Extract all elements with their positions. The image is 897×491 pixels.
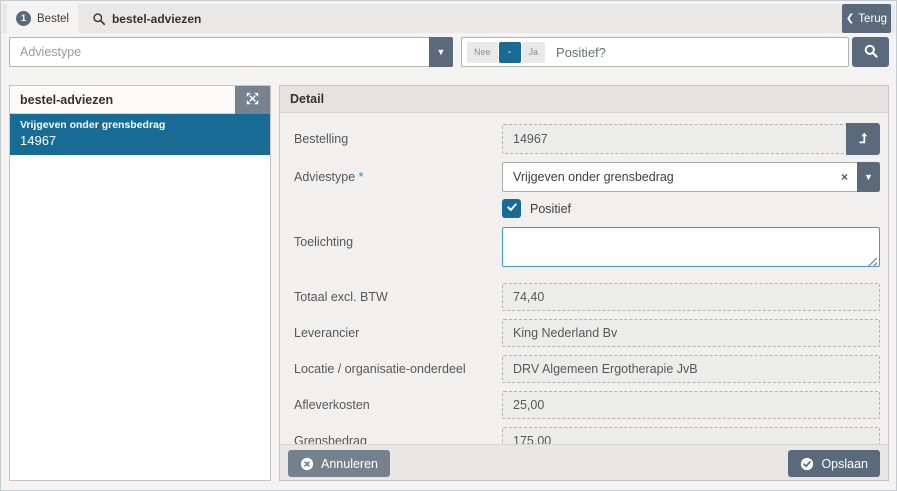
search-icon <box>92 12 106 26</box>
list-panel-title: bestel-adviezen <box>10 93 113 107</box>
detail-panel: Detail Bestelling <box>279 85 889 481</box>
expand-panel-button[interactable] <box>235 86 270 114</box>
locatie-label: Locatie / organisatie-onderdeel <box>294 362 502 376</box>
leverancier-input <box>502 319 880 347</box>
detail-panel-header: Detail <box>280 86 888 113</box>
detail-form: Bestelling Adviestype * <box>280 113 888 455</box>
adviestype-filter-combo: ▼ <box>9 37 453 67</box>
open-bestelling-button[interactable] <box>846 123 880 155</box>
toelichting-label: Toelichting <box>294 227 502 249</box>
form-row-afleverkosten: Afleverkosten <box>294 391 880 419</box>
tab-bestel[interactable]: 1 Bestel <box>7 4 78 33</box>
chevron-down-icon: ▼ <box>864 173 873 182</box>
bestel-adviezen-panel: bestel-adviezen Vrijgeven onder grensbed… <box>9 85 271 481</box>
check-icon <box>506 200 518 218</box>
top-bar: 1 Bestel bestel-adviezen ❮ Terug <box>2 4 895 33</box>
adviestype-label: Adviestype * <box>294 170 502 184</box>
expand-arrows-icon <box>246 92 259 108</box>
toggle-option-ja[interactable]: Ja <box>522 42 546 63</box>
search-icon <box>863 43 879 62</box>
afleverkosten-label: Afleverkosten <box>294 398 502 412</box>
list-item-subtitle: 14967 <box>20 133 260 149</box>
adviestype-filter-dropdown-button[interactable]: ▼ <box>429 37 453 67</box>
back-button-label: Terug <box>858 13 887 25</box>
toelichting-textarea[interactable] <box>502 227 880 267</box>
bestelling-label: Bestelling <box>294 124 502 146</box>
save-button[interactable]: Opslaan <box>788 450 880 477</box>
leverancier-label: Leverancier <box>294 326 502 340</box>
level-up-arrow-icon <box>856 131 870 148</box>
search-button[interactable] <box>852 37 889 67</box>
chevron-left-icon: ❮ <box>846 14 854 24</box>
filter-bar: ▼ Nee - Ja Positief? <box>1 37 896 67</box>
bestelling-input <box>502 124 847 154</box>
form-row-bestelling: Bestelling <box>294 124 880 155</box>
locatie-input <box>502 355 880 383</box>
clear-icon[interactable]: × <box>841 163 848 191</box>
detail-footer: Annuleren Opslaan <box>280 444 888 480</box>
afleverkosten-input <box>502 391 880 419</box>
circle-x-icon <box>300 457 314 471</box>
tab-label: Bestel <box>37 13 69 25</box>
detail-panel-title: Detail <box>280 92 324 106</box>
tab-number-badge: 1 <box>16 11 31 26</box>
breadcrumb-label: bestel-adviezen <box>112 12 201 26</box>
form-row-locatie: Locatie / organisatie-onderdeel <box>294 355 880 383</box>
required-asterisk: * <box>359 170 364 184</box>
form-row-toelichting: Toelichting <box>294 227 880 272</box>
back-button[interactable]: ❮ Terug <box>842 4 891 33</box>
circle-check-icon <box>800 457 814 471</box>
form-row-leverancier: Leverancier <box>294 319 880 347</box>
adviestype-selected-value: Vrijgeven onder grensbedrag <box>513 163 674 191</box>
save-button-label: Opslaan <box>821 457 868 471</box>
form-row-adviestype: Adviestype * Vrijgeven onder grensbedrag… <box>294 162 880 192</box>
positief-checkbox-label: Positief <box>530 202 571 216</box>
positief-question-label: Positief? <box>556 45 606 60</box>
positief-checkbox[interactable] <box>502 199 521 218</box>
adviestype-select[interactable]: Vrijgeven onder grensbedrag × ▼ <box>502 162 880 192</box>
list-panel-header: bestel-adviezen <box>10 86 270 114</box>
list-item-title: Vrijgeven onder grensbedrag <box>20 119 260 133</box>
toggle-option-neutral[interactable]: - <box>499 42 521 63</box>
totaal-input <box>502 283 880 311</box>
list-item[interactable]: Vrijgeven onder grensbedrag 14967 <box>10 114 270 155</box>
adviestype-filter-input[interactable] <box>10 38 429 66</box>
positief-filter-box: Nee - Ja Positief? <box>461 37 849 67</box>
chevron-down-icon: ▼ <box>437 48 446 57</box>
cancel-button-label: Annuleren <box>321 457 378 471</box>
app-window: 1 Bestel bestel-adviezen ❮ Terug ▼ Ne <box>0 0 897 491</box>
breadcrumb[interactable]: bestel-adviezen <box>92 4 201 33</box>
form-row-positief: Positief <box>294 199 880 218</box>
toggle-option-nee[interactable]: Nee <box>467 42 498 63</box>
form-row-totaal: Totaal excl. BTW <box>294 283 880 311</box>
totaal-label: Totaal excl. BTW <box>294 290 502 304</box>
cancel-button[interactable]: Annuleren <box>288 450 390 477</box>
adviestype-dropdown-button[interactable]: ▼ <box>857 162 880 192</box>
